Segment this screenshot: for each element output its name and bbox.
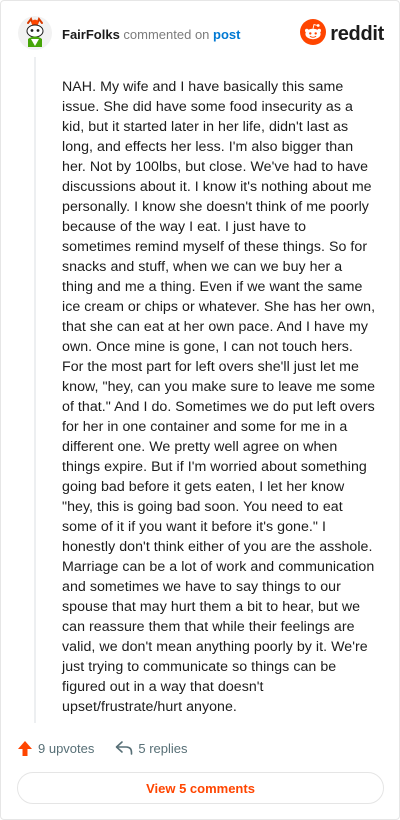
- comment-meta: FairFolks commented on post: [62, 27, 241, 42]
- reddit-logo-icon: [300, 18, 327, 50]
- upvote-count: 9 upvotes: [38, 740, 95, 756]
- reply-arrow-icon: [115, 740, 133, 756]
- snoo-avatar-icon[interactable]: [17, 15, 53, 51]
- post-link[interactable]: post: [213, 27, 240, 42]
- thread-line[interactable]: [34, 57, 36, 723]
- comment-actions: 9 upvotes 5 replies: [17, 737, 188, 759]
- comment-verb: commented on: [123, 27, 210, 42]
- comment-body: NAH. My wife and I have basically this s…: [62, 79, 376, 715]
- reddit-brand[interactable]: reddit: [300, 18, 384, 50]
- upvote-arrow-icon: [17, 740, 33, 757]
- reply-count: 5 replies: [138, 740, 188, 756]
- upvote-button[interactable]: 9 upvotes: [17, 740, 94, 757]
- view-comments-button[interactable]: View 5 comments: [17, 772, 384, 804]
- reply-button[interactable]: 5 replies: [115, 740, 188, 756]
- comment-header: FairFolks commented on post reddit: [1, 15, 400, 55]
- reddit-wordmark: reddit: [330, 22, 384, 45]
- comment-card: FairFolks commented on post reddit NAH. …: [0, 0, 400, 820]
- author-name[interactable]: FairFolks: [62, 27, 120, 42]
